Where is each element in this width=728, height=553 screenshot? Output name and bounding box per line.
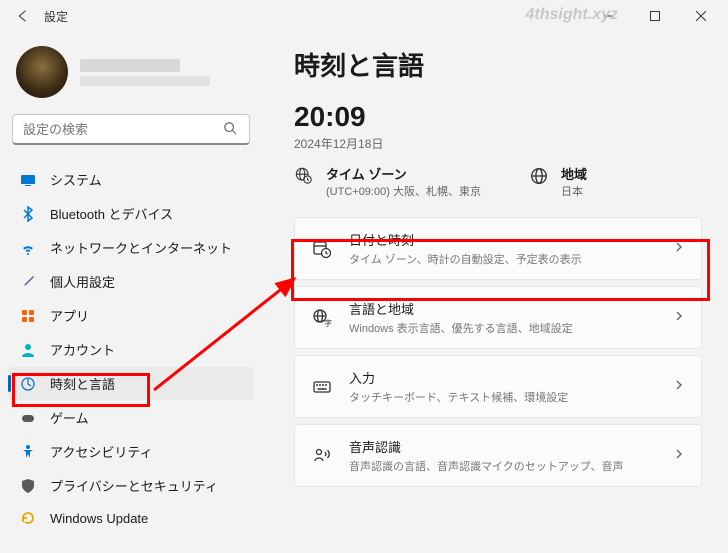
avatar <box>16 46 68 98</box>
speech-icon <box>311 445 333 467</box>
profile[interactable] <box>8 42 254 114</box>
close-button[interactable] <box>678 0 724 32</box>
nav: システム Bluetooth とデバイス ネットワークとインターネット 個人用設… <box>8 163 254 533</box>
sidebar-item-accounts[interactable]: アカウント <box>8 333 254 366</box>
card-title: 音声認識 <box>349 437 673 456</box>
sidebar: システム Bluetooth とデバイス ネットワークとインターネット 個人用設… <box>0 32 262 553</box>
paint-icon <box>20 274 36 290</box>
sidebar-item-time-language[interactable]: 時刻と言語 <box>8 367 254 400</box>
card-sub: 音声認識の言語、音声認識マイクのセットアップ、音声 <box>349 458 673 474</box>
sidebar-item-system[interactable]: システム <box>8 163 254 196</box>
region-label: 地域 <box>561 164 587 183</box>
page-title: 時刻と言語 <box>294 46 702 83</box>
sidebar-item-accessibility[interactable]: アクセシビリティ <box>8 435 254 468</box>
card-sub: タイム ゾーン、時計の自動設定、予定表の表示 <box>349 251 673 267</box>
update-icon <box>20 510 36 526</box>
card-sub: タッチキーボード、テキスト候補、環境設定 <box>349 389 673 405</box>
sidebar-item-label: Bluetooth とデバイス <box>50 204 173 223</box>
sidebar-item-label: 時刻と言語 <box>50 374 115 393</box>
sidebar-item-label: ネットワークとインターネット <box>50 238 232 257</box>
sidebar-item-bluetooth[interactable]: Bluetooth とデバイス <box>8 197 254 230</box>
account-icon <box>20 342 36 358</box>
search-box[interactable] <box>12 114 250 145</box>
settings-window: 設定 4thsight.xyz <box>0 0 728 553</box>
region-info[interactable]: 地域 日本 <box>529 164 587 199</box>
chevron-right-icon <box>673 309 685 327</box>
search-icon <box>223 121 239 137</box>
current-time: 20:09 <box>294 101 702 133</box>
card-title: 日付と時刻 <box>349 230 673 249</box>
sidebar-item-gaming[interactable]: ゲーム <box>8 401 254 434</box>
sidebar-item-label: アカウント <box>50 340 115 359</box>
maximize-button[interactable] <box>632 0 678 32</box>
sidebar-item-label: 個人用設定 <box>50 272 115 291</box>
sidebar-item-label: プライバシーとセキュリティ <box>50 476 218 495</box>
minimize-button[interactable] <box>586 0 632 32</box>
region-value: 日本 <box>561 183 587 199</box>
card-title: 入力 <box>349 368 673 387</box>
sidebar-item-label: アクセシビリティ <box>50 442 153 461</box>
timezone-label: タイム ゾーン <box>326 164 481 183</box>
chevron-right-icon <box>673 240 685 258</box>
card-date-time[interactable]: 日付と時刻 タイム ゾーン、時計の自動設定、予定表の表示 <box>294 217 702 280</box>
card-language-region[interactable]: 字 言語と地域 Windows 表示言語、優先する言語、地域設定 <box>294 286 702 349</box>
chevron-right-icon <box>673 447 685 465</box>
profile-info <box>80 59 246 86</box>
profile-email-redacted <box>80 76 210 86</box>
profile-name-redacted <box>80 59 180 72</box>
sidebar-item-label: アプリ <box>50 306 89 325</box>
card-title: 言語と地域 <box>349 299 673 318</box>
globe-icon <box>529 166 549 186</box>
keyboard-icon <box>311 376 333 398</box>
sidebar-item-label: ゲーム <box>50 408 89 427</box>
sidebar-item-label: Windows Update <box>50 511 148 526</box>
card-typing[interactable]: 入力 タッチキーボード、テキスト候補、環境設定 <box>294 355 702 418</box>
card-speech[interactable]: 音声認識 音声認識の言語、音声認識マイクのセットアップ、音声 <box>294 424 702 487</box>
search-input[interactable] <box>23 122 223 137</box>
info-row: タイム ゾーン (UTC+09:00) 大阪、札幌、東京 地域 日本 <box>294 164 702 199</box>
chevron-right-icon <box>673 378 685 396</box>
gaming-icon <box>20 410 36 426</box>
timezone-value: (UTC+09:00) 大阪、札幌、東京 <box>326 183 481 199</box>
window-title: 設定 <box>44 8 68 25</box>
sidebar-item-apps[interactable]: アプリ <box>8 299 254 332</box>
system-icon <box>20 172 36 188</box>
language-icon: 字 <box>311 307 333 329</box>
sidebar-item-personalization[interactable]: 個人用設定 <box>8 265 254 298</box>
sidebar-item-privacy[interactable]: プライバシーとセキュリティ <box>8 469 254 502</box>
bluetooth-icon <box>20 206 36 222</box>
sidebar-item-windows-update[interactable]: Windows Update <box>8 503 254 533</box>
timezone-info[interactable]: タイム ゾーン (UTC+09:00) 大阪、札幌、東京 <box>294 164 481 199</box>
globe-icon <box>294 166 314 186</box>
titlebar: 設定 <box>0 0 728 32</box>
svg-text:字: 字 <box>324 318 332 328</box>
apps-icon <box>20 308 36 324</box>
sidebar-item-label: システム <box>50 170 102 189</box>
accessibility-icon <box>20 444 36 460</box>
shield-icon <box>20 478 36 494</box>
back-button[interactable] <box>12 6 32 26</box>
wifi-icon <box>20 240 36 256</box>
globe-clock-icon <box>20 376 36 392</box>
calendar-clock-icon <box>311 238 333 260</box>
current-date: 2024年12月18日 <box>294 135 702 152</box>
sidebar-item-network[interactable]: ネットワークとインターネット <box>8 231 254 264</box>
card-sub: Windows 表示言語、優先する言語、地域設定 <box>349 320 673 336</box>
main-panel: 時刻と言語 20:09 2024年12月18日 タイム ゾーン (UTC+09:… <box>262 32 728 553</box>
